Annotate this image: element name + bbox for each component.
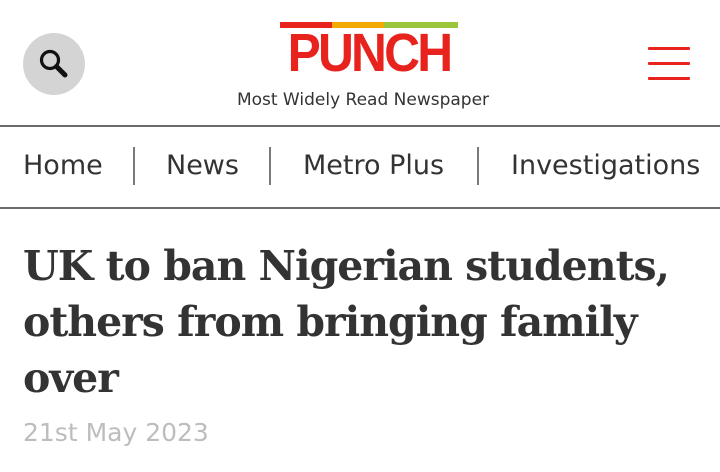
article-headline: UK to ban Nigerian students, others from… [23,242,670,402]
nav-item-metro-plus[interactable]: Metro Plus [303,148,444,184]
nav-item-news[interactable]: News [166,148,239,184]
search-icon [39,49,68,78]
main-nav: Home News Metro Plus Investigations [0,127,720,209]
menu-line [648,62,690,65]
site-tagline: Most Widely Read Newspaper [236,90,490,110]
nav-item-home[interactable]: Home [23,148,103,184]
nav-divider [133,147,135,185]
menu-line [648,77,690,80]
punch-logo[interactable]: PUNCH [278,22,460,80]
logo-wordmark: PUNCH [287,23,454,83]
nav-divider [269,147,271,185]
menu-line [648,47,690,50]
nav-divider [477,147,479,185]
search-button[interactable] [23,33,85,95]
article-date: 21st May 2023 [23,418,209,447]
hamburger-menu-icon[interactable] [648,47,690,81]
nav-item-investigations[interactable]: Investigations [511,148,700,184]
site-header: PUNCH Most Widely Read Newspaper [0,0,720,127]
